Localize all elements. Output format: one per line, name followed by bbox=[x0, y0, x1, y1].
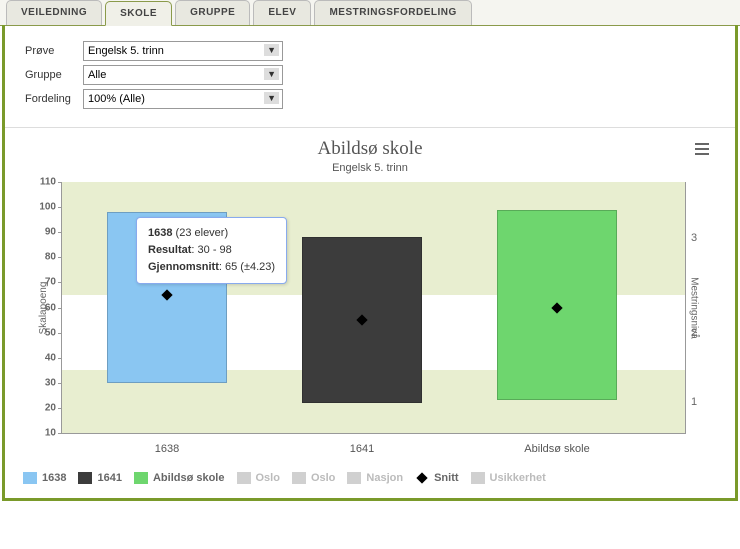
legend-item-snitt[interactable]: Snitt bbox=[415, 472, 458, 484]
chart-subtitle: Engelsk 5. trinn bbox=[23, 162, 717, 174]
x-label: 1641 bbox=[350, 443, 374, 455]
chart-title: Abildsø skole bbox=[23, 138, 717, 160]
tab-elev[interactable]: ELEV bbox=[253, 0, 311, 25]
ytick: 50 bbox=[45, 327, 56, 338]
diamond-icon bbox=[416, 472, 427, 483]
legend-item[interactable]: 1641 bbox=[78, 472, 121, 484]
ytick: 90 bbox=[45, 227, 56, 238]
ytick: 110 bbox=[40, 177, 56, 188]
ytick: 20 bbox=[45, 402, 56, 413]
filter-prove-label: Prøve bbox=[25, 45, 83, 57]
legend-item[interactable]: Nasjon bbox=[347, 472, 403, 484]
ytick: 100 bbox=[39, 202, 56, 213]
chart-menu-icon[interactable] bbox=[695, 140, 709, 158]
legend-item[interactable]: Oslo bbox=[237, 472, 280, 484]
ytick: 60 bbox=[45, 302, 56, 313]
legend-item[interactable]: 1638 bbox=[23, 472, 66, 484]
filter-fordeling-select[interactable]: 100% (Alle) bbox=[83, 89, 283, 109]
tab-mestringsfordeling[interactable]: MESTRINGSFORDELING bbox=[314, 0, 471, 25]
legend-item[interactable]: Abildsø skole bbox=[134, 472, 225, 484]
chart-tooltip: 1638 (23 elever) Resultat: 30 - 98 Gjenn… bbox=[136, 217, 287, 284]
tab-bar: VEILEDNING SKOLE GRUPPE ELEV MESTRINGSFO… bbox=[0, 0, 740, 26]
legend-item-usikkerhet[interactable]: Usikkerhet bbox=[471, 472, 546, 484]
filter-gruppe-label: Gruppe bbox=[25, 69, 83, 81]
chart-plot: 110 100 90 80 70 60 50 40 30 20 10 bbox=[61, 182, 685, 434]
tab-gruppe[interactable]: GRUPPE bbox=[175, 0, 250, 25]
x-label: 1638 bbox=[155, 443, 179, 455]
filter-fordeling-label: Fordeling bbox=[25, 93, 83, 105]
legend-item[interactable]: Oslo bbox=[292, 472, 335, 484]
ytick: 30 bbox=[45, 377, 56, 388]
ytick: 10 bbox=[45, 428, 56, 439]
content-panel: Prøve Engelsk 5. trinn Gruppe Alle Forde… bbox=[2, 25, 738, 501]
tab-skole[interactable]: SKOLE bbox=[105, 1, 172, 26]
ytick: 70 bbox=[45, 277, 56, 288]
filter-gruppe-select[interactable]: Alle bbox=[83, 65, 283, 85]
chart-area: Abildsø skole Engelsk 5. trinn Skalapoen… bbox=[5, 128, 735, 498]
ytick: 40 bbox=[45, 352, 56, 363]
yaxis-right-label: Mestringsnivå bbox=[689, 277, 700, 339]
x-label: Abildsø skole bbox=[524, 443, 589, 455]
ytick: 80 bbox=[45, 252, 56, 263]
filter-prove-select[interactable]: Engelsk 5. trinn bbox=[83, 41, 283, 61]
chart-legend: 1638 1641 Abildsø skole Oslo Oslo Nasjon… bbox=[23, 468, 717, 488]
tab-veiledning[interactable]: VEILEDNING bbox=[6, 0, 102, 25]
filter-panel: Prøve Engelsk 5. trinn Gruppe Alle Forde… bbox=[5, 27, 735, 128]
